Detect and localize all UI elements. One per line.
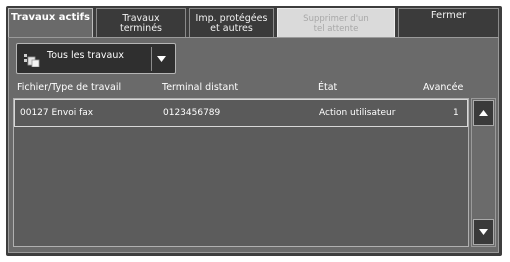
column-header-state: État (318, 82, 338, 93)
job-state: Action utilisateur (319, 108, 396, 118)
jobs-list: 00127 Envoi fax 0123456789 Action utilis… (13, 98, 469, 247)
jobs-panel: Tous les travaux Fichier/Type de travail… (8, 37, 499, 253)
job-remote-terminal: 0123456789 (163, 108, 221, 118)
delete-pending-button[interactable]: Supprimer d'un tel attente (277, 8, 395, 38)
tab-active-jobs[interactable]: Travaux actifs (8, 8, 93, 37)
scroll-up-button[interactable] (473, 100, 494, 126)
column-header-file-type: Fichier/Type de travail (17, 82, 122, 93)
chevron-down-icon[interactable] (151, 47, 171, 71)
tab-secure-print-and-others[interactable]: Imp. protégées et autres (189, 8, 274, 38)
job-row[interactable]: 00127 Envoi fax 0123456789 Action utilis… (14, 99, 468, 127)
scroll-track[interactable] (473, 128, 494, 217)
arrow-up-icon (479, 110, 488, 116)
job-progress: 1 (453, 108, 459, 118)
job-file-type: 00127 Envoi fax (20, 108, 94, 118)
list-scrollbar[interactable] (471, 98, 496, 247)
scroll-down-button[interactable] (473, 219, 494, 245)
close-button[interactable]: Fermer (398, 8, 499, 38)
job-filter-dropdown[interactable]: Tous les travaux (16, 43, 176, 74)
job-filter-label: Tous les travaux (47, 50, 124, 61)
arrow-down-icon (479, 229, 488, 235)
column-header-progress: Avancée (423, 82, 464, 93)
tab-completed-jobs[interactable]: Travaux terminés (96, 8, 186, 38)
jobs-filter-icon (24, 54, 40, 67)
column-header-remote-terminal: Terminal distant (162, 82, 239, 93)
